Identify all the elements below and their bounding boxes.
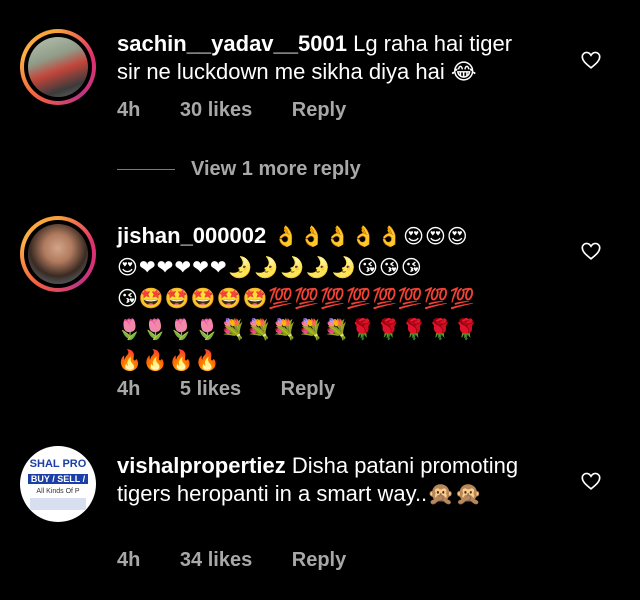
avatar[interactable]: SHAL PRO BUY / SELL / All Kinds Of P	[20, 446, 96, 522]
avatar-photo	[28, 224, 88, 284]
comment-meta: 4h 30 likes Reply	[117, 99, 380, 122]
logo-strip	[30, 498, 86, 510]
emoji-line: 🌷🌷🌷🌷💐💐💐💐💐🌹🌹🌹🌹🌹	[117, 317, 480, 341]
emoji-line: 🔥🔥🔥🔥	[117, 348, 221, 372]
reply-button[interactable]: Reply	[292, 549, 346, 571]
comment-text: sachin__yadav__5001 Lg raha hai tiger si…	[117, 30, 522, 86]
comment-meta: 4h 34 likes Reply	[117, 549, 380, 572]
heart-icon[interactable]	[580, 49, 602, 71]
timestamp: 4h	[117, 378, 141, 400]
reply-button[interactable]: Reply	[281, 378, 335, 400]
timestamp: 4h	[117, 549, 141, 571]
username[interactable]: jishan_000002	[117, 223, 266, 248]
logo-text: SHAL PRO	[29, 458, 87, 470]
emoji-text: 👌👌👌👌👌😍😍😍	[266, 224, 469, 248]
logo-text: BUY / SELL /	[28, 474, 88, 484]
username[interactable]: vishalpropertiez	[117, 453, 286, 478]
likes-count[interactable]: 30 likes	[180, 99, 252, 121]
emoji-line: jishan_000002 👌👌👌👌👌😍😍😍	[117, 220, 557, 252]
view-more-label: View 1 more reply	[191, 158, 361, 180]
likes-count[interactable]: 34 likes	[180, 549, 252, 571]
divider-line	[117, 169, 175, 171]
emoji-line: 😍❤❤❤❤❤🌛🌛🌛🌛🌛😘😘😘	[117, 255, 423, 279]
likes-count[interactable]: 5 likes	[180, 378, 241, 400]
emoji-line: 😘🤩🤩🤩🤩🤩💯💯💯💯💯💯💯💯	[117, 286, 476, 310]
timestamp: 4h	[117, 99, 141, 121]
reply-button[interactable]: Reply	[292, 99, 346, 121]
comment-text: jishan_000002 👌👌👌👌👌😍😍😍 😍❤❤❤❤❤🌛🌛🌛🌛🌛😘😘😘 😘🤩…	[117, 220, 557, 376]
view-more-replies-button[interactable]: View 1 more reply	[117, 158, 361, 186]
heart-icon[interactable]	[580, 470, 602, 492]
comment-meta: 4h 5 likes Reply	[117, 378, 369, 401]
logo-text: All Kinds Of P	[36, 488, 80, 495]
avatar[interactable]	[20, 29, 96, 105]
username[interactable]: sachin__yadav__5001	[117, 31, 347, 56]
avatar[interactable]	[20, 216, 96, 292]
heart-icon[interactable]	[580, 240, 602, 262]
avatar-photo	[28, 37, 88, 97]
comment-text: vishalpropertiez Disha patani promoting …	[117, 452, 522, 508]
